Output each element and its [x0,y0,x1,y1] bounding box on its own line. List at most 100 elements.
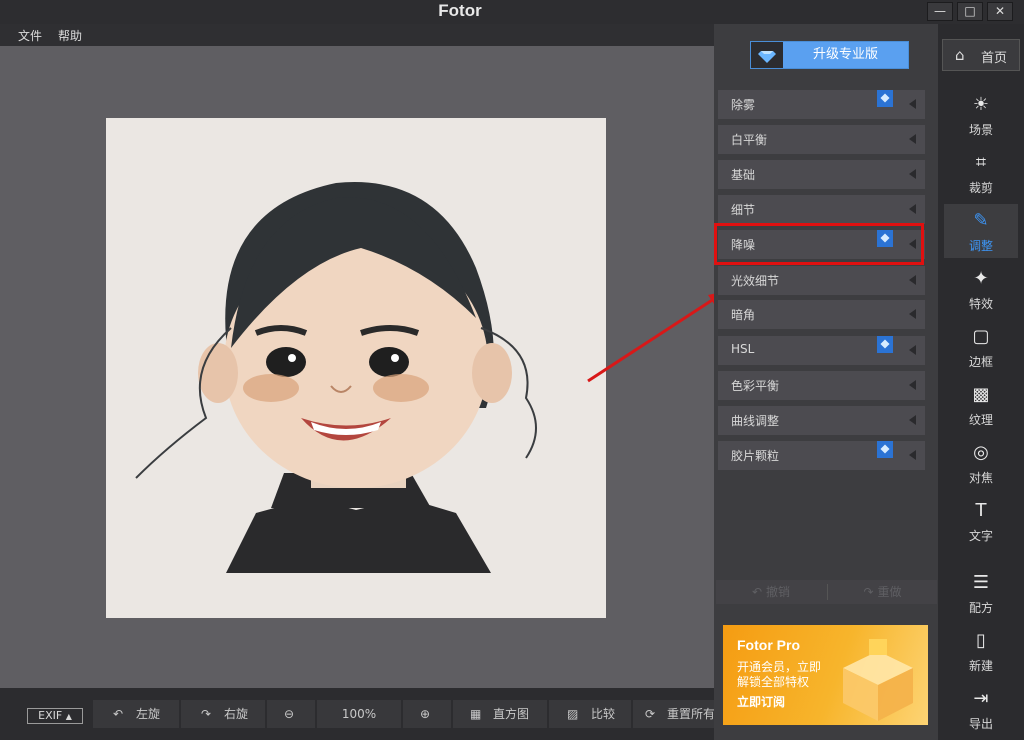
histogram-label: 直方图 [493,707,530,721]
close-button[interactable]: ✕ [987,2,1013,21]
undo-button[interactable]: ↶ 撤销 [716,580,826,604]
adjust-item[interactable]: 光效细节 [718,266,925,295]
tool-label: 调整 [968,239,993,253]
clipboard-icon: ☰ [972,572,990,593]
promo-subscribe-link[interactable]: 立即订阅 [737,693,785,710]
exif-label: EXIF [38,709,63,722]
expand-arrow-icon [909,99,916,109]
tool-label: 导出 [968,717,993,731]
rotate-right-icon: ↷ [201,707,212,721]
photo-preview[interactable] [106,118,606,618]
history-bar: ↶ 撤销 ↷ 重做 [716,580,937,604]
expand-arrow-icon [909,169,916,179]
pro-promo-banner[interactable]: Fotor Pro 开通会员，立即 解锁全部特权 立即订阅 [723,625,928,725]
reset-all-button[interactable]: ⟳ 重置所有 [633,700,714,728]
tool-pencil[interactable]: ✎ 调整 [944,204,1018,258]
menu-file[interactable]: 文件 [18,27,42,44]
texture-icon: ▩ [972,384,990,405]
tool-label: 特效 [968,297,993,311]
sparkle-icon: ✦ [973,268,989,289]
adjust-item[interactable]: 暗角 [718,300,925,329]
tool-label: 场景 [968,123,993,137]
reset-all-label: 重置所有 [667,707,714,721]
adjust-item[interactable]: 曲线调整 [718,406,925,435]
image-icon: ▨ [567,707,579,721]
diamond-icon [751,42,783,68]
gift-box-icon [843,639,913,721]
promo-title: Fotor Pro [737,637,800,653]
highlight-box [714,223,924,265]
redo-icon: ↷ [863,585,874,599]
adjust-item[interactable]: 基础 [718,160,925,189]
adjust-item[interactable]: 色彩平衡 [718,371,925,400]
histogram-icon: ▦ [470,707,482,721]
caret-up-icon: ▲ [65,712,72,721]
rotate-right-button[interactable]: ↷ 右旋 [181,700,265,728]
redo-button[interactable]: ↷ 重做 [828,580,937,604]
upgrade-pro-button[interactable]: 升级专业版 [750,41,909,69]
adjust-item[interactable]: 除雾 [718,90,925,119]
tool-label: 裁剪 [968,181,993,195]
adjust-item-label: 曲线调整 [731,414,780,428]
rotate-left-button[interactable]: ↶ 左旋 [93,700,179,728]
zoom-level[interactable]: 100% [317,700,401,728]
compare-label: 比较 [591,707,616,721]
promo-line-2: 解锁全部特权 [737,675,810,689]
adjust-item-label: 光效细节 [731,274,780,288]
adjust-item-label: 基础 [731,168,756,182]
tool-crop[interactable]: ⌗ 裁剪 [944,146,1018,200]
expand-arrow-icon [909,204,916,214]
histogram-button[interactable]: ▦ 直方图 [453,700,547,728]
adjust-item[interactable]: 胶片颗粒 [718,441,925,470]
bottom-toolbar: EXIF ▲ ↶ 左旋 ↷ 右旋 ⊖ 100% ⊕ ▦ 直方图 ▨ 比较 ⟳ 重… [0,688,714,740]
annotation-arrow [587,291,726,383]
tool-texture[interactable]: ▩ 纹理 [944,378,1018,432]
tool-label: 新建 [968,659,993,673]
adjust-item-label: HSL [731,342,755,356]
zoom-out-button[interactable]: ⊖ [267,700,315,728]
new-file-icon: ▯ [976,630,986,651]
adjust-item-label: 胶片颗粒 [731,449,780,463]
expand-arrow-icon [909,380,916,390]
home-button[interactable]: ⌂ 首页 [942,39,1020,71]
undo-icon: ↶ [752,585,763,599]
exif-toggle[interactable]: EXIF ▲ [27,708,83,724]
zoom-out-icon: ⊖ [284,707,295,721]
promo-line-1: 开通会员，立即 [737,660,822,674]
crop-icon: ⌗ [975,152,987,173]
tool-focus[interactable]: ◎ 对焦 [944,436,1018,490]
rotate-left-label: 左旋 [136,707,161,721]
compare-button[interactable]: ▨ 比较 [549,700,631,728]
tool-sun[interactable]: ☀ 场景 [944,88,1018,142]
redo-label: 重做 [877,585,902,599]
adjust-item[interactable]: 白平衡 [718,125,925,154]
tool-sparkle[interactable]: ✦ 特效 [944,262,1018,316]
tool-frame[interactable]: ▢ 边框 [944,320,1018,374]
sun-icon: ☀ [972,94,990,115]
adjust-item[interactable]: 细节 [718,195,925,224]
home-icon: ⌂ [955,46,965,64]
focus-icon: ◎ [973,442,989,463]
promo-text: 开通会员，立即 解锁全部特权 [737,660,837,690]
tool-label: 边框 [968,355,993,369]
refresh-icon: ⟳ [645,707,656,721]
expand-arrow-icon [909,450,916,460]
tool-text[interactable]: T 文字 [944,494,1018,548]
tool-export[interactable]: ⇥ 导出 [944,682,1018,736]
minimize-button[interactable]: — [927,2,953,21]
tool-label: 文字 [968,529,993,543]
tool-clipboard[interactable]: ☰ 配方 [944,566,1018,620]
tool-label: 纹理 [968,413,993,427]
menu-help[interactable]: 帮助 [58,27,82,44]
adjust-item[interactable]: HSL [718,336,925,365]
expand-arrow-icon [909,275,916,285]
maximize-button[interactable]: □ [957,2,983,21]
title-bar: Fotor — □ ✕ [0,0,1024,24]
app-title: Fotor [438,1,482,20]
adjust-item-label: 白平衡 [731,133,768,147]
expand-arrow-icon [909,309,916,319]
expand-arrow-icon [909,415,916,425]
zoom-in-button[interactable]: ⊕ [403,700,451,728]
pro-badge-icon [877,90,893,107]
tool-new-file[interactable]: ▯ 新建 [944,624,1018,678]
